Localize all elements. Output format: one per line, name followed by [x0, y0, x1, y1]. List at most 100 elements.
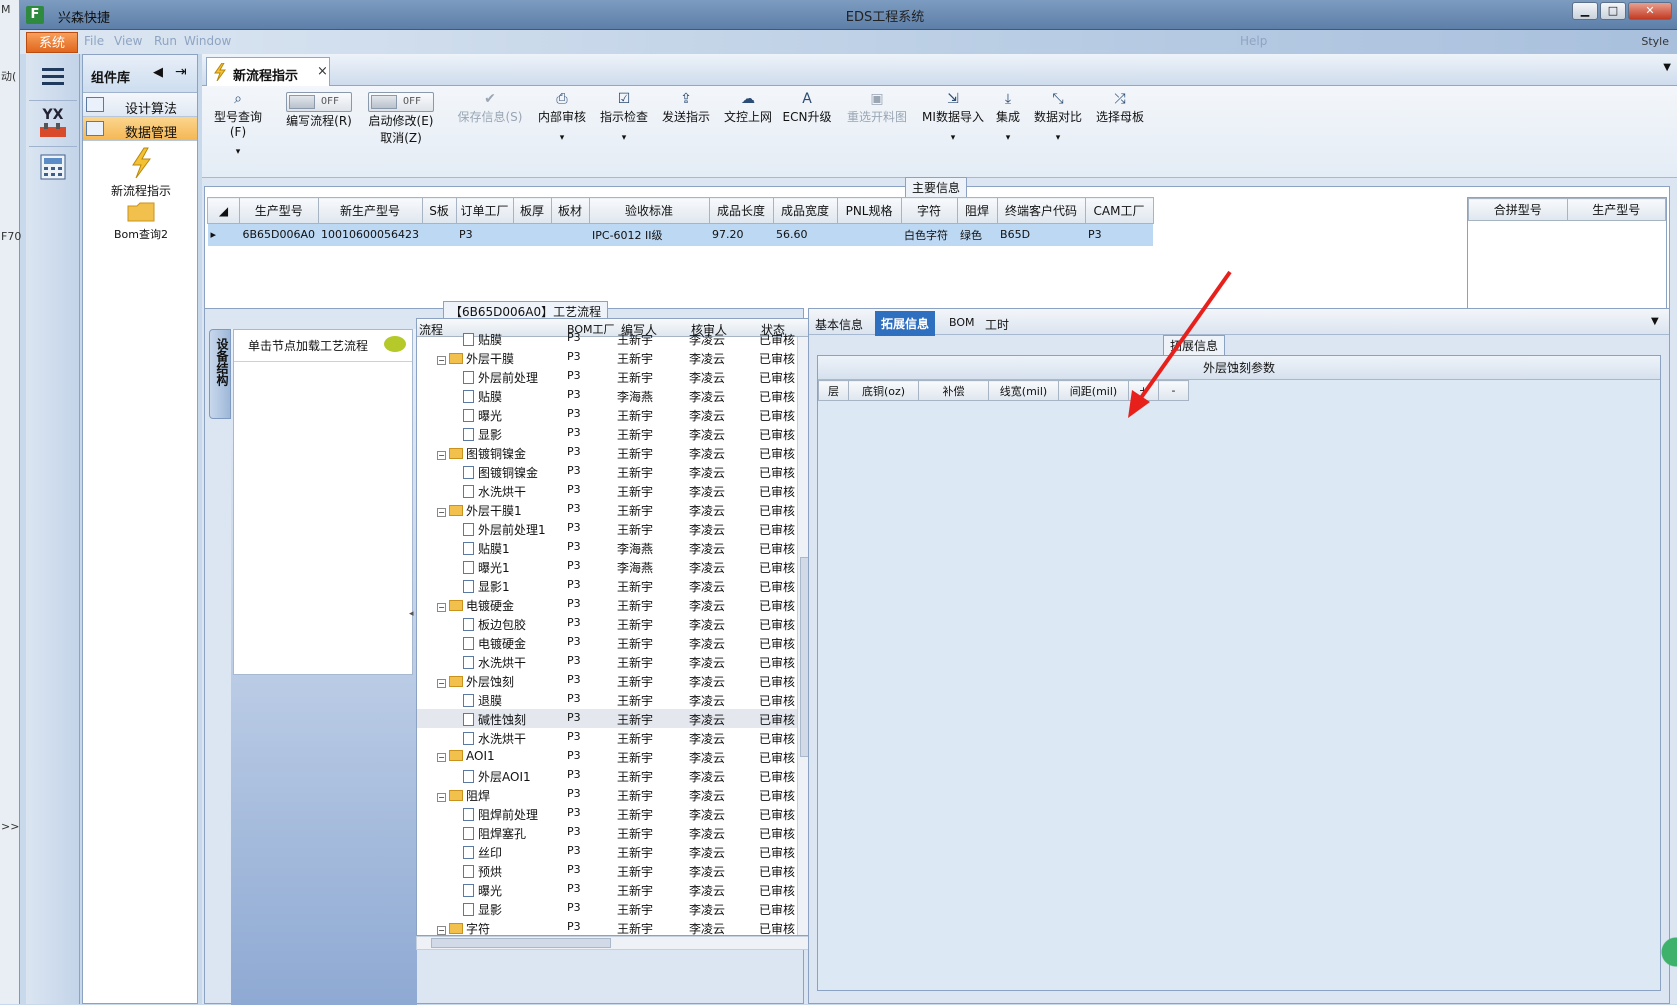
data-compare-button[interactable]: ⤡ 数据对比 ▾ [1032, 90, 1084, 143]
tree-row[interactable]: 水洗烘干 P3 王新宇 李凌云 已审核 [417, 481, 809, 500]
calculator-button[interactable] [29, 146, 77, 186]
pin-panel-icon[interactable]: ⇥ [175, 64, 187, 80]
toggle-switch[interactable]: OFF [286, 92, 352, 112]
tree-row[interactable]: 阻焊塞孔 P3 王新宇 李凌云 已审核 [417, 823, 809, 842]
mi-data-import-button[interactable]: ⇲ MI数据导入 ▾ [920, 90, 986, 143]
integrate-button[interactable]: ⤓ 集成 ▾ [992, 90, 1024, 143]
ecn-upgrade-button[interactable]: A ECN升级 [782, 90, 832, 125]
expand-toggle-icon[interactable]: − [437, 451, 446, 460]
yx-factory-button[interactable]: YX [29, 100, 77, 140]
tree-row[interactable]: − 外层蚀刻 P3 王新宇 李凌云 已审核 [417, 671, 809, 690]
splitter-arrow-icon[interactable]: ◂ [409, 609, 414, 619]
instruction-check-button[interactable]: ☑ 指示检查 ▾ [598, 90, 650, 143]
dropdown-arrow-icon[interactable]: ▾ [536, 133, 588, 143]
tab-basic-info[interactable]: 基本信息 [815, 316, 863, 333]
side-tab-equipment[interactable]: 设备结构 [209, 329, 231, 419]
column-header[interactable]: 成品宽度 [772, 197, 838, 224]
tree-row[interactable]: 水洗烘干 P3 王新宇 李凌云 已审核 [417, 652, 809, 671]
column-header[interactable]: 板厚 [512, 197, 552, 224]
close-tab-icon[interactable]: × [317, 64, 328, 79]
tree-row[interactable]: 碱性蚀刻 P3 王新宇 李凌云 已审核 [417, 709, 809, 728]
dropdown-arrow-icon[interactable]: ▾ [920, 133, 986, 143]
column-header[interactable]: 底铜(oz) [848, 380, 919, 401]
tab-bom[interactable]: BOM [949, 316, 975, 329]
tree-row[interactable]: 外层AOI1 P3 王新宇 李凌云 已审核 [417, 766, 809, 785]
minimize-button[interactable]: ▁ [1572, 2, 1598, 20]
tree-row[interactable]: 水洗烘干 P3 王新宇 李凌云 已审核 [417, 728, 809, 747]
send-instruction-button[interactable]: ⇪ 发送指示 [660, 90, 712, 125]
dropdown-arrow-icon[interactable]: ▾ [992, 133, 1024, 143]
tree-row[interactable]: − 外层干膜1 P3 王新宇 李凌云 已审核 [417, 500, 809, 519]
tree-row[interactable]: 贴膜 P3 王新宇 李凌云 已审核 [417, 329, 809, 348]
column-header[interactable]: 补偿 [918, 380, 989, 401]
column-header[interactable]: 生产型号 [239, 197, 319, 224]
column-header[interactable]: CAM工厂 [1084, 197, 1154, 224]
column-header[interactable]: 线宽(mil) [988, 380, 1059, 401]
model-query-button[interactable]: ⌕ 型号查询(F) ▾ [210, 90, 266, 157]
select-mother-board-button[interactable]: ⤮ 选择母板 [1094, 90, 1146, 125]
tree-row[interactable]: − 字符 P3 王新宇 李凌云 已审核 [417, 918, 809, 935]
tab-extended-info[interactable]: 拓展信息 [875, 311, 936, 336]
tree-row[interactable]: 显影 P3 王新宇 李凌云 已审核 [417, 899, 809, 918]
close-button[interactable]: ✕ [1628, 2, 1672, 20]
expand-toggle-icon[interactable]: − [437, 793, 446, 802]
menu-item-data-management[interactable]: 数据管理 [83, 117, 197, 141]
dropdown-arrow-icon[interactable]: ▾ [598, 133, 650, 143]
scroll-thumb[interactable] [431, 938, 611, 948]
expand-toggle-icon[interactable]: − [437, 926, 446, 935]
expand-toggle-icon[interactable]: − [437, 679, 446, 688]
tree-row[interactable]: 曝光 P3 王新宇 李凌云 已审核 [417, 880, 809, 899]
tree-row[interactable]: 预烘 P3 王新宇 李凌云 已审核 [417, 861, 809, 880]
column-header[interactable]: 层 [818, 380, 849, 401]
hint-row[interactable]: 单击节点加载工艺流程 [234, 330, 412, 362]
tree-row[interactable]: 外层前处理1 P3 王新宇 李凌云 已审核 [417, 519, 809, 538]
horizontal-scrollbar[interactable] [416, 936, 810, 950]
write-process-toggle[interactable]: OFF 编写流程(R) [282, 86, 356, 129]
tree-row[interactable]: − 图镀铜镍金 P3 王新宇 李凌云 已审核 [417, 443, 809, 462]
column-header[interactable]: 成品长度 [708, 197, 774, 224]
tree-row[interactable]: − AOI1 P3 王新宇 李凌云 已审核 [417, 747, 809, 766]
column-header[interactable]: PNL规格 [836, 197, 902, 224]
dropdown-arrow-icon[interactable]: ▾ [210, 147, 266, 157]
tab-new-process[interactable]: 新流程指示 × [206, 57, 330, 86]
tree-row[interactable]: 丝印 P3 王新宇 李凌云 已审核 [417, 842, 809, 861]
column-header[interactable]: 阻焊 [956, 197, 998, 224]
tree-row[interactable]: 显影 P3 王新宇 李凌云 已审核 [417, 424, 809, 443]
column-header[interactable]: 间距(mil) [1058, 380, 1129, 401]
tree-row[interactable]: 图镀铜镍金 P3 王新宇 李凌云 已审核 [417, 462, 809, 481]
column-header[interactable]: S板 [421, 197, 457, 224]
system-tab[interactable]: 系统 [26, 32, 78, 53]
dropdown-arrow-icon[interactable]: ▾ [1032, 133, 1084, 143]
tree-row[interactable]: 退膜 P3 王新宇 李凌云 已审核 [417, 690, 809, 709]
doc-control-button[interactable]: ☁ 文控上网 [722, 90, 774, 125]
tab-work-hours[interactable]: 工时 [985, 316, 1009, 333]
toggle-switch[interactable]: OFF [368, 92, 434, 112]
column-header[interactable]: 板材 [550, 197, 590, 224]
tree-row[interactable]: 显影1 P3 王新宇 李凌云 已审核 [417, 576, 809, 595]
tree-row[interactable]: 外层前处理 P3 王新宇 李凌云 已审核 [417, 367, 809, 386]
internal-review-button[interactable]: ⎙ 内部审核 ▾ [536, 90, 588, 143]
tool-bom-query[interactable]: Bom查询2 [83, 201, 199, 242]
tree-row[interactable]: 阻焊前处理 P3 王新宇 李凌云 已审核 [417, 804, 809, 823]
save-info-button[interactable]: ✔ 保存信息(S) [454, 90, 526, 125]
column-header[interactable]: 生产型号 [1566, 198, 1666, 221]
column-header[interactable]: 合拼型号 [1468, 198, 1568, 221]
column-header[interactable]: 新生产型号 [317, 197, 423, 224]
column-header[interactable]: 验收标准 [588, 197, 710, 224]
maximize-button[interactable]: □ [1600, 2, 1626, 20]
column-header[interactable]: 订单工厂 [455, 197, 514, 224]
table-row[interactable]: ▸ 6B65D006A0 10010600056423 P3 IPC-6012 … [207, 223, 1154, 246]
tree-row[interactable]: 曝光 P3 王新宇 李凌云 已审核 [417, 405, 809, 424]
start-modify-toggle[interactable]: OFF 启动修改(E) 取消(Z) [364, 86, 438, 146]
column-header[interactable]: 终端客户代码 [996, 197, 1086, 224]
collapse-left-icon[interactable]: ◀ [153, 65, 163, 80]
chevron-down-icon[interactable]: ▼ [1663, 62, 1671, 73]
hamburger-menu-button[interactable] [29, 58, 77, 98]
reselect-cut-drawing-button[interactable]: ▣ 重选开料图 [844, 90, 910, 125]
chevron-down-icon[interactable]: ▼ [1651, 316, 1659, 327]
style-dropdown[interactable]: Style [1641, 35, 1669, 48]
tree-row[interactable]: − 电镀硬金 P3 王新宇 李凌云 已审核 [417, 595, 809, 614]
tree-row[interactable]: − 阻焊 P3 王新宇 李凌云 已审核 [417, 785, 809, 804]
expand-toggle-icon[interactable]: − [437, 356, 446, 365]
tree-row[interactable]: 板边包胶 P3 王新宇 李凌云 已审核 [417, 614, 809, 633]
